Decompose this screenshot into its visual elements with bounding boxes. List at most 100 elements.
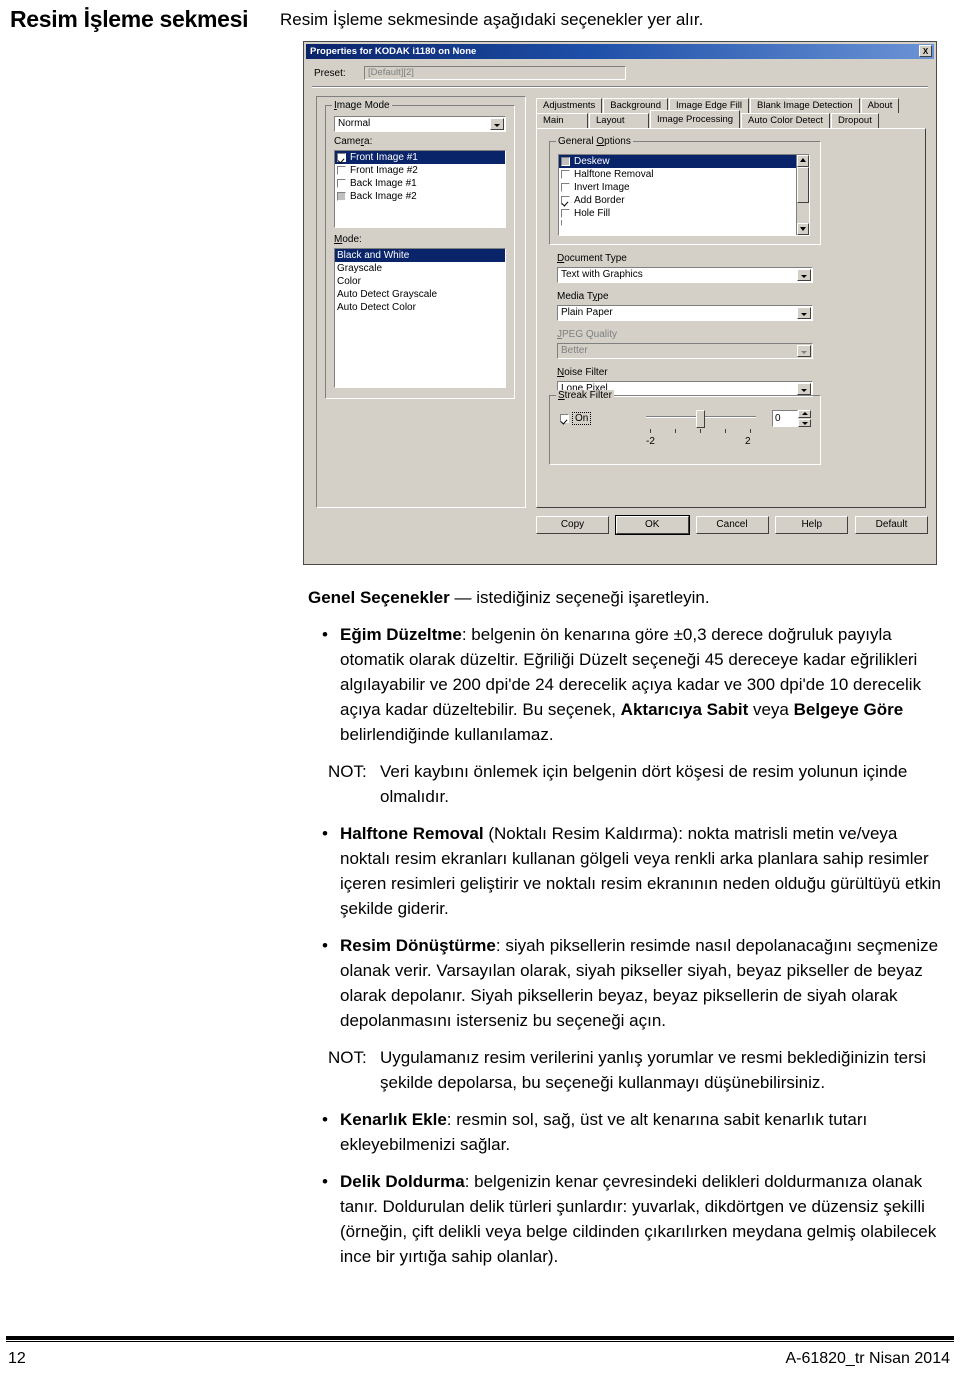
tab-auto-color-detect[interactable]: Auto Color Detect — [741, 113, 831, 128]
note-text: Veri kaybını önlemek için belgenin dört … — [380, 762, 908, 806]
image-mode-group-label: Image Mode — [332, 100, 392, 111]
chevron-down-icon[interactable] — [490, 118, 504, 130]
bullet-hole-fill: • Delik Doldurma: belgenizin kenar çevre… — [0, 1169, 960, 1269]
default-button[interactable]: Default — [855, 516, 928, 534]
scrollbar-thumb[interactable] — [797, 167, 809, 203]
camera-label: Camera: — [334, 136, 373, 147]
checkbox-icon[interactable] — [337, 179, 346, 188]
mode-listbox[interactable]: Black and White Grayscale Color Auto Det… — [334, 248, 506, 388]
note-text: Uygulamanız resim verilerini yanlış yoru… — [380, 1048, 927, 1092]
media-type-value: Plain Paper — [561, 307, 613, 318]
list-item[interactable]: Color — [335, 275, 505, 288]
cancel-button[interactable]: Cancel — [695, 516, 769, 534]
ok-button[interactable]: OK — [614, 515, 690, 535]
bullet-term: Resim Dönüştürme — [340, 936, 496, 955]
chevron-down-icon[interactable] — [797, 383, 811, 395]
checkbox-icon[interactable] — [337, 153, 346, 162]
general-options-listbox[interactable]: Deskew Halftone Removal Invert Image Add… — [558, 154, 810, 236]
checkbox-icon[interactable] — [561, 209, 570, 218]
streak-filter-stepper[interactable]: 0 — [772, 410, 812, 427]
list-item[interactable]: Back Image #2 — [335, 190, 505, 203]
streak-filter-slider[interactable] — [646, 410, 756, 440]
streak-filter-value[interactable]: 0 — [772, 410, 798, 427]
checkbox-icon[interactable] — [561, 183, 570, 192]
bullet-term-3: Belgeye Göre — [793, 700, 904, 719]
tab-image-processing[interactable]: Image Processing — [650, 110, 741, 128]
image-mode-group: Image Mode Normal Camera: Front Image #1… — [325, 100, 515, 399]
list-item-label: Grayscale — [337, 263, 383, 274]
list-item[interactable]: Front Image #1 — [335, 151, 505, 164]
list-item[interactable]: Front Image #2 — [335, 164, 505, 177]
bullet-term: Kenarlık Ekle — [340, 1110, 447, 1129]
bullet-term: Delik Doldurma — [340, 1172, 465, 1191]
tab-layout[interactable]: Layout — [589, 113, 649, 128]
close-icon[interactable]: X — [919, 45, 932, 57]
noise-filter-label: Noise Filter — [557, 367, 608, 378]
streak-filter-on-label: On — [572, 412, 592, 425]
bullet-dot-icon: • — [322, 625, 328, 644]
chevron-down-icon[interactable] — [797, 307, 811, 319]
checkbox-icon[interactable] — [561, 170, 570, 179]
heading-rest: — istediğiniz seçeneği işaretleyin. — [449, 588, 710, 607]
list-item-label: Halftone Removal — [574, 169, 654, 180]
tab-dropout[interactable]: Dropout — [831, 113, 879, 128]
list-item[interactable]: Hole Fill — [559, 207, 797, 220]
bullet-term-2: Aktarıcıya Sabit — [620, 700, 749, 719]
bullet-dot-icon: • — [322, 824, 328, 843]
note-data-loss: NOT: Veri kaybını önlemek için belgenin … — [0, 759, 960, 809]
tab-main[interactable]: Main — [536, 113, 588, 128]
scroll-up-icon[interactable] — [797, 155, 809, 167]
checkbox-icon[interactable] — [337, 166, 346, 175]
document-type-value: Text with Graphics — [561, 269, 643, 280]
footer-page-number: 12 — [8, 1350, 26, 1367]
scroll-down-icon[interactable] — [797, 223, 809, 235]
list-item[interactable]: Halftone Removal — [559, 168, 797, 181]
dialog-title: Properties for KODAK i1180 on None — [310, 46, 477, 57]
media-type-select[interactable]: Plain Paper — [557, 305, 813, 321]
list-item-label: Back Image #2 — [350, 191, 417, 202]
checkbox-icon[interactable] — [560, 414, 569, 423]
list-item[interactable]: Add Border — [559, 194, 797, 207]
list-item[interactable]: Auto Detect Color — [335, 301, 505, 314]
checkbox-icon[interactable] — [561, 220, 570, 226]
bullet-dot-icon: • — [322, 1110, 328, 1129]
slider-ticks — [646, 429, 756, 434]
list-item-label: Auto Detect Grayscale — [337, 289, 438, 300]
stepper-up-icon[interactable] — [798, 410, 811, 418]
tab-blank-image-detection[interactable]: Blank Image Detection — [750, 98, 860, 113]
body-copy: Genel Seçenekler — istediğiniz seçeneği … — [0, 588, 960, 1281]
streak-filter-group: Streak Filter On -2 2 0 — [549, 390, 821, 465]
preset-field[interactable]: [Default][2] — [364, 66, 626, 80]
list-item-label: Add Border — [574, 195, 625, 206]
bullet-term: Halftone Removal — [340, 824, 484, 843]
list-item-label: Hole Fill — [574, 208, 611, 219]
jpeg-quality-value: Better — [561, 345, 588, 356]
copy-button[interactable]: Copy — [536, 516, 609, 534]
list-item[interactable]: Invert Image — [559, 181, 797, 194]
chevron-down-icon[interactable] — [797, 269, 811, 281]
checkbox-icon[interactable] — [561, 196, 570, 205]
list-item[interactable]: Black and White — [335, 249, 505, 262]
stepper-buttons[interactable] — [798, 410, 811, 427]
document-type-select[interactable]: Text with Graphics — [557, 267, 813, 283]
vertical-scrollbar[interactable] — [796, 155, 809, 235]
slider-thumb[interactable] — [696, 410, 705, 428]
mode-label: Mode: — [334, 234, 362, 245]
streak-filter-toggle[interactable]: On — [560, 412, 592, 425]
list-item-partial[interactable] — [559, 220, 797, 226]
list-item[interactable]: Back Image #1 — [335, 177, 505, 190]
image-mode-select[interactable]: Normal — [334, 116, 506, 132]
tab-adjustments[interactable]: Adjustments — [536, 98, 603, 113]
list-item-label: Invert Image — [574, 182, 630, 193]
list-item[interactable]: Grayscale — [335, 262, 505, 275]
list-item[interactable]: Auto Detect Grayscale — [335, 288, 505, 301]
stepper-down-icon[interactable] — [798, 419, 811, 427]
help-button[interactable]: Help — [775, 516, 849, 534]
streak-filter-group-label: Streak Filter — [556, 390, 614, 401]
slider-min-label: -2 — [646, 436, 655, 447]
tab-about[interactable]: About — [860, 98, 900, 113]
general-options-heading: Genel Seçenekler — istediğiniz seçeneği … — [308, 588, 928, 608]
camera-listbox[interactable]: Front Image #1 Front Image #2 Back Image… — [334, 150, 506, 228]
list-item[interactable]: Deskew — [559, 155, 797, 168]
note-label: NOT: — [328, 1048, 367, 1067]
